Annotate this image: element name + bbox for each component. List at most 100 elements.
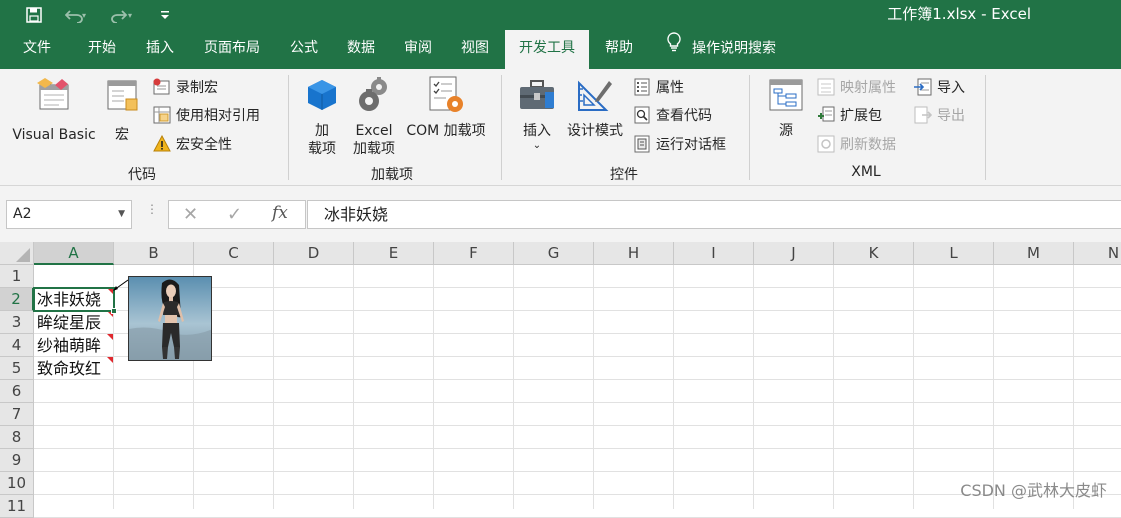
refresh-data-button[interactable]: 刷新数据 [817, 133, 896, 155]
row-header-5[interactable]: 5 [0, 357, 34, 380]
map-properties-button[interactable]: 映射属性 [817, 76, 896, 98]
tab-data[interactable]: 数据 [338, 30, 384, 69]
window-title: 工作簿1.xlsx - Excel [887, 5, 1031, 23]
column-header-h[interactable]: H [594, 242, 674, 265]
tab-home[interactable]: 开始 [78, 30, 126, 69]
properties-label: 属性 [656, 80, 684, 96]
run-dialog-button[interactable]: 运行对话框 [633, 133, 726, 155]
import-button[interactable]: 导入 [914, 76, 965, 98]
cell-a3[interactable]: 眸绽星辰 [35, 311, 114, 334]
fill-handle[interactable] [111, 308, 117, 314]
group-separator [749, 75, 750, 180]
tell-me-search[interactable]: 操作说明搜索 [660, 30, 800, 69]
record-macro-button[interactable]: 录制宏 [153, 76, 218, 98]
addins-icon [298, 77, 346, 113]
tab-formulas[interactable]: 公式 [280, 30, 328, 69]
expansion-packs-button[interactable]: 扩展包 [817, 104, 882, 126]
watermark: CSDN @武林大皮虾 [960, 481, 1107, 500]
com-addins-button[interactable]: COM 加载项 [400, 76, 492, 140]
comment-indicator[interactable] [107, 334, 113, 340]
macro-security-button[interactable]: 宏安全性 [153, 133, 232, 155]
comment-picture[interactable] [128, 276, 212, 361]
macros-button[interactable]: 宏 [100, 77, 144, 144]
excel-addins-button[interactable]: Excel 加载项 [348, 77, 400, 158]
column-header-f[interactable]: F [434, 242, 514, 265]
row-header-10[interactable]: 10 [0, 472, 34, 495]
design-mode-button[interactable]: 设计模式 [562, 77, 628, 140]
save-icon[interactable] [22, 5, 46, 25]
row-header-3[interactable]: 3 [0, 311, 34, 334]
insert-function-icon[interactable]: fx [272, 203, 288, 223]
column-header-d[interactable]: D [274, 242, 354, 265]
cell-a4[interactable]: 纱袖萌眸 [35, 334, 114, 357]
column-header-a[interactable]: A [34, 242, 114, 265]
tab-file[interactable]: 文件 [14, 30, 60, 69]
tab-review[interactable]: 审阅 [394, 30, 442, 69]
tab-help[interactable]: 帮助 [596, 30, 642, 69]
svg-text:▾: ▾ [128, 11, 132, 20]
tab-view[interactable]: 视图 [452, 30, 498, 69]
portrait-image [129, 277, 211, 360]
refresh-data-label: 刷新数据 [840, 137, 896, 153]
column-gridline [753, 265, 754, 509]
comment-indicator[interactable] [107, 357, 113, 363]
column-header-e[interactable]: E [354, 242, 434, 265]
cancel-icon[interactable]: ✕ [183, 204, 198, 225]
xml-group-label: XML [851, 164, 881, 180]
column-header-g[interactable]: G [514, 242, 594, 265]
row-gridline [34, 494, 1121, 495]
select-all-corner[interactable] [0, 242, 34, 265]
row-header-8[interactable]: 8 [0, 426, 34, 449]
run-dialog-icon [633, 135, 651, 153]
column-header-m[interactable]: M [994, 242, 1074, 265]
design-mode-label: 设计模式 [567, 123, 623, 139]
column-header-b[interactable]: B [114, 242, 194, 265]
view-code-button[interactable]: 查看代码 [633, 104, 712, 126]
insert-control-label: 插入 [523, 123, 551, 139]
redo-icon[interactable]: ▾ [104, 5, 140, 25]
column-header-k[interactable]: K [834, 242, 914, 265]
addins-button[interactable]: 加 载项 [298, 77, 346, 158]
name-box[interactable]: A2 ▼ [6, 200, 132, 229]
map-properties-icon [817, 78, 835, 96]
properties-button[interactable]: 属性 [633, 76, 684, 98]
row-header-7[interactable]: 7 [0, 403, 34, 426]
row-header-4[interactable]: 4 [0, 334, 34, 357]
column-gridline [913, 265, 914, 509]
export-button[interactable]: 导出 [914, 104, 965, 126]
column-header-i[interactable]: I [674, 242, 754, 265]
column-header-j[interactable]: J [754, 242, 834, 265]
undo-icon[interactable]: ▾ [58, 5, 94, 25]
row-gridline [34, 425, 1121, 426]
xml-source-button[interactable]: 源 [762, 77, 810, 140]
visual-basic-label: Visual Basic [12, 127, 96, 143]
com-addins-label: COM 加载项 [406, 123, 486, 139]
addins-group-label: 加载项 [371, 167, 413, 183]
column-header-n[interactable]: N [1074, 242, 1121, 265]
row-header-9[interactable]: 9 [0, 449, 34, 472]
tab-insert[interactable]: 插入 [136, 30, 184, 69]
warning-icon [153, 134, 171, 153]
use-relative-references-button[interactable]: 使用相对引用 [153, 104, 260, 126]
cell-a5[interactable]: 致命玫红 [35, 357, 114, 380]
column-header-c[interactable]: C [194, 242, 274, 265]
com-addins-icon [400, 76, 492, 113]
run-dialog-label: 运行对话框 [656, 137, 726, 153]
customize-icon[interactable] [156, 5, 174, 25]
worksheet-grid[interactable]: A B C D E F G H I J K L M N 1 2 3 4 5 6 7 8 9 10 11 冰非妖娆 眸绽星辰 纱袖… [0, 242, 1121, 518]
design-mode-icon [562, 77, 628, 113]
tab-page-layout[interactable]: 页面布局 [194, 30, 270, 69]
formula-input[interactable]: 冰非妖娆 [307, 200, 1121, 229]
row-header-2[interactable]: 2 [0, 288, 34, 311]
row-header-11[interactable]: 11 [0, 495, 34, 518]
insert-control-button[interactable]: 插入 ⌄ [510, 77, 564, 152]
xml-source-label: 源 [779, 123, 793, 139]
visual-basic-button[interactable]: Visual Basic [8, 77, 100, 144]
check-icon[interactable]: ✓ [227, 204, 242, 225]
row-header-1[interactable]: 1 [0, 265, 34, 288]
column-header-l[interactable]: L [914, 242, 994, 265]
row-header-6[interactable]: 6 [0, 380, 34, 403]
resize-handle-icon[interactable]: ⋮ [146, 203, 158, 215]
chevron-down-icon[interactable]: ▼ [118, 201, 125, 228]
tab-developer[interactable]: 开发工具 [505, 30, 589, 69]
